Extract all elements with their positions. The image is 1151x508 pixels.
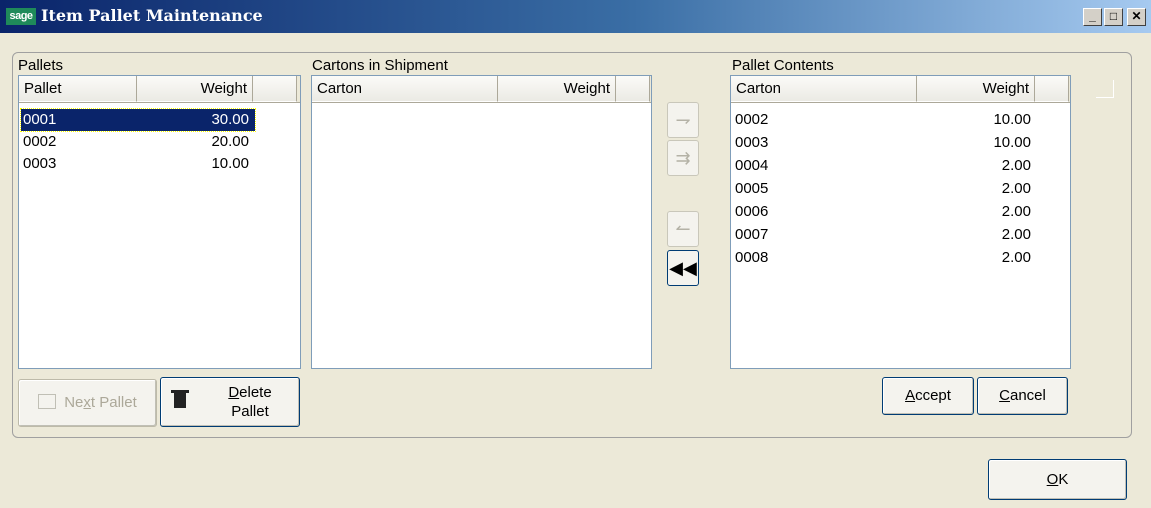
- move-one-right-icon[interactable]: ⇁: [667, 102, 699, 138]
- cancel-button[interactable]: Cancel: [977, 377, 1068, 415]
- carton-id: 0003: [735, 134, 769, 151]
- cartons-header: Carton Weight: [312, 76, 651, 103]
- pallets-label: Pallets: [18, 57, 64, 74]
- pallet-weight: 30.00: [211, 111, 249, 128]
- content-row[interactable]: 0003 10.00: [733, 132, 1033, 154]
- contents-label: Pallet Contents: [732, 57, 834, 74]
- weight-column-header[interactable]: Weight: [498, 76, 616, 102]
- close-button[interactable]: ✕: [1127, 8, 1146, 26]
- content-row[interactable]: 0002 10.00: [733, 109, 1033, 131]
- pallet-id: 0002: [23, 133, 57, 150]
- carton-id: 0008: [735, 249, 769, 266]
- pallet-weight: 10.00: [211, 155, 249, 172]
- trash-lid-icon: [171, 390, 189, 393]
- contents-list[interactable]: Carton Weight 0002 10.00 0003 10.00 0004…: [730, 75, 1071, 369]
- pallet-row[interactable]: 0001 30.00: [20, 108, 256, 132]
- content-row[interactable]: 0004 2.00: [733, 155, 1033, 177]
- trash-icon: [174, 392, 186, 408]
- carton-column-header[interactable]: Carton: [731, 76, 917, 102]
- header-filler: [616, 76, 650, 102]
- weight-column-header[interactable]: Weight: [917, 76, 1035, 102]
- carton-weight: 10.00: [993, 134, 1031, 151]
- header-filler: [253, 76, 297, 102]
- carton-id: 0002: [735, 111, 769, 128]
- pallet-weight: 20.00: [211, 133, 249, 150]
- carton-weight: 2.00: [1001, 157, 1031, 174]
- carton-id: 0005: [735, 180, 769, 197]
- pallet-id: 0001: [23, 111, 57, 128]
- maximize-button[interactable]: □: [1104, 8, 1123, 26]
- pallets-header: Pallet Weight: [19, 76, 300, 103]
- title-bar: sage Item Pallet Maintenance _ □ ✕: [0, 0, 1151, 33]
- pallet-column-header[interactable]: Pallet: [19, 76, 137, 102]
- cartons-label: Cartons in Shipment: [312, 57, 448, 74]
- carton-weight: 2.00: [1001, 249, 1031, 266]
- pallets-list[interactable]: Pallet Weight 0001 30.00 0002 20.00 0003…: [18, 75, 301, 369]
- pallet-row[interactable]: 0003 10.00: [21, 153, 255, 175]
- header-filler: [1035, 76, 1069, 102]
- carton-column-header[interactable]: Carton: [312, 76, 498, 102]
- new-pallet-icon: [38, 393, 57, 409]
- move-all-left-icon[interactable]: ◀◀: [667, 250, 699, 286]
- window-title: Item Pallet Maintenance: [41, 6, 263, 25]
- delete-pallet-button[interactable]: Delete Pallet: [160, 377, 300, 427]
- pallet-row[interactable]: 0002 20.00: [21, 131, 255, 153]
- carton-id: 0007: [735, 226, 769, 243]
- content-row[interactable]: 0008 2.00: [733, 247, 1033, 269]
- carton-weight: 2.00: [1001, 180, 1031, 197]
- cartons-list[interactable]: Carton Weight: [311, 75, 652, 369]
- weight-column-header[interactable]: Weight: [137, 76, 253, 102]
- accept-button[interactable]: Accept: [882, 377, 974, 415]
- next-pallet-button[interactable]: Next Pallet: [18, 379, 157, 427]
- sage-logo: sage: [6, 8, 36, 25]
- content-row[interactable]: 0007 2.00: [733, 224, 1033, 246]
- carton-id: 0004: [735, 157, 769, 174]
- carton-weight: 2.00: [1001, 226, 1031, 243]
- move-one-left-icon[interactable]: ↼: [667, 211, 699, 247]
- carton-weight: 10.00: [993, 111, 1031, 128]
- content-row[interactable]: 0006 2.00: [733, 201, 1033, 223]
- ok-button[interactable]: OK: [988, 459, 1127, 500]
- carton-id: 0006: [735, 203, 769, 220]
- move-all-right-icon[interactable]: ⇉: [667, 140, 699, 176]
- resize-corner: [1096, 80, 1114, 98]
- pallet-id: 0003: [23, 155, 57, 172]
- content-row[interactable]: 0005 2.00: [733, 178, 1033, 200]
- contents-header: Carton Weight: [731, 76, 1070, 103]
- minimize-button[interactable]: _: [1083, 8, 1102, 26]
- carton-weight: 2.00: [1001, 203, 1031, 220]
